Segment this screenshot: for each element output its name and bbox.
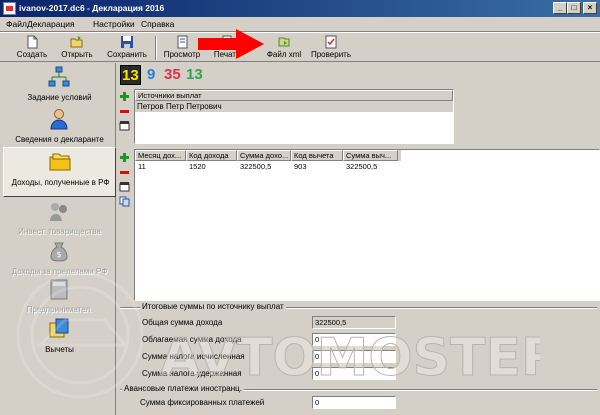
advance-payments-title: Авансовые платежи иностранц. [122, 384, 244, 393]
tax-withheld-label: Сумма налога удержанная [142, 369, 242, 378]
edit-icon[interactable] [119, 181, 130, 192]
remove-icon[interactable] [119, 167, 130, 178]
sources-header[interactable]: Источники выплат [135, 90, 453, 101]
red-arrow-annotation [198, 29, 264, 59]
menu-declaration[interactable]: Декларация [27, 19, 75, 29]
hierarchy-icon [48, 66, 70, 87]
col-income-sum[interactable]: Сумма дохо... [237, 150, 291, 161]
main-panel: 13 9 35 13 Источники выплат Петров Петр … [117, 63, 600, 415]
maximize-button[interactable]: □ [567, 2, 581, 14]
totals-title: Итоговые суммы по источнику выплат [140, 302, 286, 311]
title-bar: ivanov-2017.dc6 - Декларация 2016 _ □ × [0, 0, 600, 17]
col-deduction-sum[interactable]: Сумма выч... [343, 150, 398, 161]
income-tools [119, 152, 131, 212]
handshake-icon [50, 203, 67, 221]
taxable-field[interactable]: 0 [312, 333, 396, 346]
rate-tab-13-nonres[interactable]: 13 [185, 65, 204, 85]
tax-withheld-field[interactable]: 0 [312, 367, 396, 380]
save-button[interactable]: Сохранить [103, 34, 151, 62]
toolbar-separator [155, 36, 157, 60]
remove-icon[interactable] [119, 106, 130, 117]
svg-text:$: $ [56, 250, 61, 259]
money-bag-icon: $ [50, 242, 68, 262]
total-income-label: Общая сумма дохода [142, 318, 223, 327]
menu-bar: Файл Декларация Настройки Справка [0, 17, 600, 32]
menu-settings[interactable]: Настройки [93, 19, 135, 29]
toolbar: Создать Открыть Сохранить Просмотр Печат… [0, 32, 600, 62]
fixed-payments-field[interactable]: 0 [312, 396, 396, 409]
close-button[interactable]: × [583, 2, 597, 14]
create-button[interactable]: Создать [12, 34, 52, 62]
new-document-icon [27, 35, 38, 49]
income-grid: Месяц дох... Код дохода Сумма дохо... Ко… [134, 149, 600, 301]
totals-panel: Итоговые суммы по источнику выплат Общая… [120, 301, 600, 415]
table-row[interactable]: Петров Петр Петрович [135, 101, 453, 112]
copy-icon[interactable] [119, 196, 130, 207]
minimize-button[interactable]: _ [553, 2, 567, 14]
tax-calculated-field[interactable]: 0 [312, 350, 396, 363]
col-income-code[interactable]: Код дохода [186, 150, 237, 161]
floppy-disk-icon [121, 36, 133, 48]
sources-grid: Источники выплат Петров Петр Петрович [134, 89, 454, 144]
check-button[interactable]: Проверить [308, 34, 354, 62]
person-icon [50, 109, 68, 130]
sources-tools [119, 91, 131, 131]
xml-file-button[interactable]: Файл xml [264, 34, 304, 62]
rate-tab-35[interactable]: 35 [163, 65, 182, 85]
table-row[interactable]: 11 1520 322500,5 903 322500,5 [135, 161, 401, 172]
xml-export-icon [278, 37, 290, 47]
rate-tab-9[interactable]: 9 [146, 65, 156, 85]
preview-page-icon [177, 35, 188, 49]
sidebar-item-deductions[interactable]: Вычеты [3, 315, 116, 365]
total-income-field: 322500,5 [312, 316, 396, 329]
open-button[interactable]: Открыть [57, 34, 97, 62]
open-folder-icon [70, 36, 83, 48]
tax-calculated-label: Сумма налога исчисленная [142, 352, 245, 361]
col-month[interactable]: Месяц дох... [135, 150, 186, 161]
taxable-label: Облагаемая сумма дохода [142, 335, 242, 344]
checklist-icon [325, 35, 337, 49]
menu-file[interactable]: Файл [6, 19, 27, 29]
deductions-icon [49, 318, 69, 338]
app-icon[interactable] [3, 2, 16, 15]
sidebar: Задание условий Сведения о декларанте До… [3, 63, 116, 415]
source-name: Петров Петр Петрович [137, 102, 222, 111]
folders-icon [49, 153, 71, 171]
fixed-payments-label: Сумма фиксированных платежей [140, 398, 265, 407]
rate-tab-13[interactable]: 13 [120, 65, 141, 85]
calculator-icon [50, 279, 68, 300]
menu-help[interactable]: Справка [141, 19, 174, 29]
window-title: ivanov-2017.dc6 - Декларация 2016 [19, 3, 165, 13]
sidebar-item-income-rf[interactable]: Доходы, полученные в РФ [3, 147, 116, 197]
add-icon[interactable] [119, 152, 130, 163]
edit-icon[interactable] [119, 120, 130, 131]
add-icon[interactable] [119, 91, 130, 102]
col-deduction-code[interactable]: Код вычета [291, 150, 343, 161]
